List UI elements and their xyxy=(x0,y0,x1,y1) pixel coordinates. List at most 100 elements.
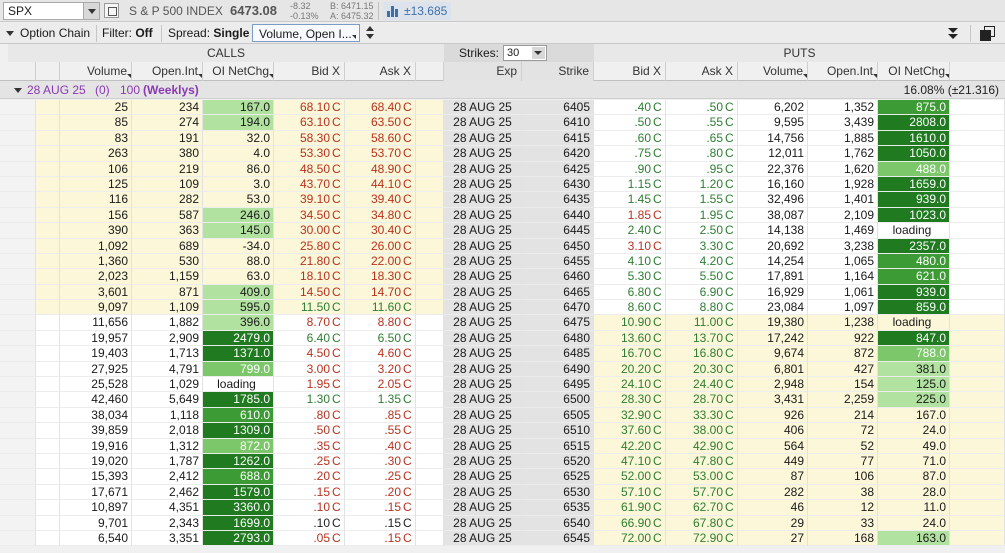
call-bid[interactable]: 18.10 C xyxy=(274,269,345,285)
put-ask[interactable]: 53.00 C xyxy=(666,469,738,485)
call-bid[interactable]: .80 C xyxy=(274,407,345,424)
put-ask[interactable]: .65 C xyxy=(666,130,738,147)
call-bid[interactable]: 68.10 C xyxy=(274,100,345,116)
put-oinetchg[interactable]: 488.0 xyxy=(878,161,950,177)
put-bid[interactable]: 5.30 C xyxy=(594,269,666,285)
put-volume[interactable]: 32,496 xyxy=(738,192,808,208)
table-row[interactable]: 11,656 1,882 396.0 8.70 C 8.80 C 28 AUG 25 6475 1… xyxy=(0,315,1005,331)
call-bid[interactable]: 53.30 C xyxy=(274,146,345,162)
call-volume[interactable]: 17,671 xyxy=(60,484,132,501)
layout-spinner-icon[interactable] xyxy=(363,25,377,41)
call-volume[interactable]: 42,460 xyxy=(60,392,132,408)
col-strike[interactable]: Strike xyxy=(522,62,594,81)
put-volume[interactable]: 20,692 xyxy=(738,238,808,254)
put-oinetchg[interactable]: 1659.0 xyxy=(878,176,950,193)
put-openint[interactable]: 52 xyxy=(808,438,878,454)
table-row[interactable]: 156 587 246.0 34.50 C 34.80 C 28 AUG 25 6440 1.85… xyxy=(0,207,1005,224)
call-openint[interactable]: 2,412 xyxy=(132,469,203,485)
col-exp[interactable]: Exp xyxy=(444,62,522,81)
put-openint[interactable]: 106 xyxy=(808,469,878,485)
put-openint[interactable]: 872 xyxy=(808,346,878,362)
call-ask[interactable]: 53.70 C xyxy=(345,146,416,162)
call-bid[interactable]: 43.70 C xyxy=(274,176,345,193)
table-row[interactable]: 6,540 3,351 2793.0.05 C .15 C 28 AUG 25 6545 72.… xyxy=(0,530,1005,547)
put-bid[interactable]: .40 C xyxy=(594,100,666,116)
put-ask[interactable]: .50 C xyxy=(666,100,738,116)
table-row[interactable]: 125 109 3.0 43.70 C 44.10 C 28 AUG 25 6430 1.15 C 1… xyxy=(0,176,1005,193)
put-openint[interactable]: 168 xyxy=(808,530,878,547)
call-openint[interactable]: 274 xyxy=(132,115,203,131)
call-ask[interactable]: .15 C xyxy=(345,530,416,547)
call-ask[interactable]: 14.70 C xyxy=(345,284,416,301)
call-oinetchg[interactable]: 167.0 xyxy=(203,100,274,116)
put-volume[interactable]: 406 xyxy=(738,423,808,439)
put-bid[interactable]: 20.20 C xyxy=(594,361,666,378)
put-oinetchg[interactable]: 621.0 xyxy=(878,269,950,285)
put-oinetchg[interactable]: 2357.0 xyxy=(878,238,950,254)
call-bid[interactable]: 21.80 C xyxy=(274,253,345,270)
put-openint[interactable]: 1,928 xyxy=(808,176,878,193)
table-row[interactable]: 19,403 1,713 1371.0 4.50 C 4.60 C 28 AUG 25 6485… xyxy=(0,346,1005,362)
call-openint[interactable]: 1,882 xyxy=(132,315,203,331)
put-volume[interactable]: 449 xyxy=(738,453,808,470)
call-oinetchg[interactable]: 2479.0 xyxy=(203,330,274,347)
table-row[interactable]: 10,897 4,351 3360.0.10 C .15 C 28 AUG 25 6535 61… xyxy=(0,500,1005,516)
put-volume[interactable]: 12,011 xyxy=(738,146,808,162)
call-ask[interactable]: .25 C xyxy=(345,469,416,485)
call-openint[interactable]: 363 xyxy=(132,223,203,239)
put-oinetchg[interactable]: 480.0 xyxy=(878,253,950,270)
table-row[interactable]: 263 380 4.0 53.30 C 53.70 C 28 AUG 25 6420.75 C .8… xyxy=(0,146,1005,162)
put-volume[interactable]: 27 xyxy=(738,530,808,547)
call-volume[interactable]: 125 xyxy=(60,176,132,193)
put-ask[interactable]: 13.70 C xyxy=(666,330,738,347)
put-ask[interactable]: 42.90 C xyxy=(666,438,738,454)
call-openint[interactable]: 1,787 xyxy=(132,453,203,470)
call-ask[interactable]: .85 C xyxy=(345,407,416,424)
call-ask[interactable]: 8.80 C xyxy=(345,315,416,331)
call-openint[interactable]: 191 xyxy=(132,130,203,147)
call-oinetchg[interactable]: 872.0 xyxy=(203,438,274,454)
call-bid[interactable]: 11.50 C xyxy=(274,300,345,316)
call-bid[interactable]: 34.50 C xyxy=(274,207,345,224)
put-bid[interactable]: .90 C xyxy=(594,161,666,177)
call-openint[interactable]: 1,118 xyxy=(132,407,203,424)
put-openint[interactable]: 1,238 xyxy=(808,315,878,331)
col-call-volume[interactable]: Volume xyxy=(60,62,132,81)
col-put-ask[interactable]: Ask X xyxy=(666,62,738,81)
put-ask[interactable]: 1.20 C xyxy=(666,176,738,193)
chevron-down-icon[interactable] xyxy=(14,88,22,93)
put-bid[interactable]: 52.00 C xyxy=(594,469,666,485)
call-oinetchg[interactable]: 88.0 xyxy=(203,253,274,270)
put-volume[interactable]: 564 xyxy=(738,438,808,454)
col-put-bid[interactable]: Bid X xyxy=(594,62,666,81)
put-bid[interactable]: 4.10 C xyxy=(594,253,666,270)
put-oinetchg[interactable]: 24.0 xyxy=(878,515,950,531)
call-openint[interactable]: 1,312 xyxy=(132,438,203,454)
call-ask[interactable]: 63.50 C xyxy=(345,115,416,131)
call-bid[interactable]: 4.50 C xyxy=(274,346,345,362)
table-row[interactable]: 17,671 2,462 1579.0.15 C .20 C 28 AUG 25 6530 57… xyxy=(0,484,1005,501)
call-ask[interactable]: .55 C xyxy=(345,423,416,439)
put-volume[interactable]: 17,891 xyxy=(738,269,808,285)
call-oinetchg[interactable]: 2793.0 xyxy=(203,530,274,547)
call-oinetchg[interactable]: 1309.0 xyxy=(203,423,274,439)
call-ask[interactable]: 2.05 C xyxy=(345,377,416,393)
put-openint[interactable]: 1,065 xyxy=(808,253,878,270)
call-oinetchg[interactable]: 53.0 xyxy=(203,192,274,208)
put-oinetchg[interactable]: 225.0 xyxy=(878,392,950,408)
call-openint[interactable]: 1,029 xyxy=(132,377,203,393)
call-bid[interactable]: .20 C xyxy=(274,469,345,485)
put-volume[interactable]: 14,138 xyxy=(738,223,808,239)
call-ask[interactable]: 48.90 C xyxy=(345,161,416,177)
put-openint[interactable]: 38 xyxy=(808,484,878,501)
call-oinetchg[interactable]: 688.0 xyxy=(203,469,274,485)
put-oinetchg[interactable]: 163.0 xyxy=(878,530,950,547)
call-volume[interactable]: 27,925 xyxy=(60,361,132,378)
call-volume[interactable]: 2,023 xyxy=(60,269,132,285)
put-openint[interactable]: 1,762 xyxy=(808,146,878,162)
call-volume[interactable]: 25,528 xyxy=(60,377,132,393)
put-ask[interactable]: 2.50 C xyxy=(666,223,738,239)
call-bid[interactable]: 48.50 C xyxy=(274,161,345,177)
put-bid[interactable]: 61.90 C xyxy=(594,500,666,516)
put-openint[interactable]: 214 xyxy=(808,407,878,424)
